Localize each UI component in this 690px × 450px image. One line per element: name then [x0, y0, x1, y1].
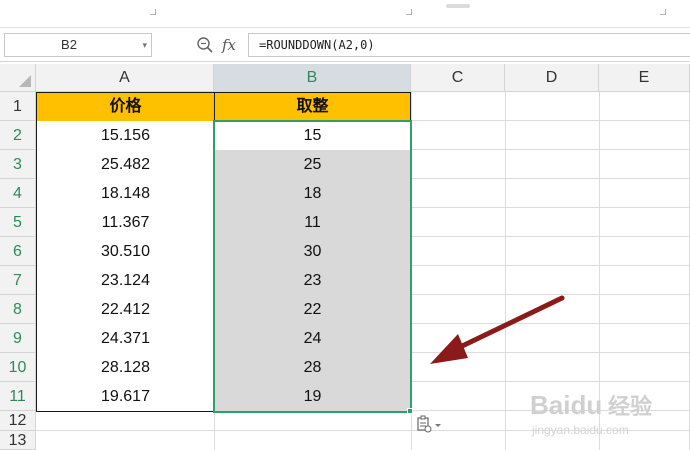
price-cell[interactable]: 22.412	[36, 295, 215, 325]
price-cell[interactable]: 18.148	[36, 179, 215, 209]
formula-input[interactable]: =ROUNDDOWN(A2,0)	[248, 33, 690, 57]
row-header-3[interactable]: 3	[0, 150, 36, 179]
price-cell[interactable]: 15.156	[36, 121, 215, 151]
price-cell[interactable]: 19.617	[36, 382, 215, 412]
toolbar-strip	[0, 0, 690, 28]
gridline	[505, 92, 506, 450]
row-header-1[interactable]: 1	[0, 92, 36, 121]
price-cell[interactable]: 23.124	[36, 266, 215, 296]
price-cell[interactable]: 30.510	[36, 237, 215, 267]
row-header-12[interactable]: 12	[0, 411, 36, 431]
toolbar-separator	[660, 9, 666, 15]
gridline	[36, 430, 414, 431]
row-header-7[interactable]: 7	[0, 266, 36, 295]
watermark-url: jingyan.baidu.com	[531, 423, 629, 437]
gridline	[411, 236, 690, 237]
toolbar-separator	[406, 9, 412, 15]
gridline	[411, 381, 690, 382]
row-header-8[interactable]: 8	[0, 295, 36, 324]
gridline	[411, 120, 690, 121]
name-box[interactable]: B2 ▾	[4, 33, 152, 57]
price-cell[interactable]: 25.482	[36, 150, 215, 180]
header-cell-rounded[interactable]: 取整	[214, 92, 411, 122]
column-header-d[interactable]: D	[505, 64, 599, 92]
toolbar-handle[interactable]	[446, 4, 470, 8]
baidu-jingyan-watermark: Baidu 经验 jingyan.baidu.com	[528, 384, 688, 444]
row-header-13[interactable]: 13	[0, 431, 36, 450]
header-cell-price[interactable]: 价格	[36, 92, 215, 122]
fill-handle[interactable]	[407, 408, 413, 414]
row-header-2[interactable]: 2	[0, 121, 36, 150]
toolbar-separator	[150, 9, 156, 15]
row-header-4[interactable]: 4	[0, 179, 36, 208]
price-cell[interactable]: 11.367	[36, 208, 215, 238]
column-header-e[interactable]: E	[599, 64, 690, 92]
row-header-10[interactable]: 10	[0, 353, 36, 382]
name-box-value: B2	[61, 37, 77, 52]
row-header-9[interactable]: 9	[0, 324, 36, 353]
gridline	[411, 265, 690, 266]
column-header-b[interactable]: B	[214, 64, 411, 92]
chevron-down-icon[interactable]: ▾	[142, 34, 147, 56]
watermark-brand-cn: 经验	[608, 394, 652, 420]
zoom-icon[interactable]	[196, 36, 214, 54]
watermark-brand: Baidu	[530, 390, 602, 420]
selection-border	[213, 120, 412, 413]
select-all-icon	[19, 75, 31, 87]
price-cell[interactable]: 28.128	[36, 353, 215, 383]
row-header-11[interactable]: 11	[0, 382, 36, 411]
paste-options-button[interactable]	[414, 414, 444, 436]
annotation-arrow	[430, 295, 565, 364]
gridline	[411, 149, 690, 150]
price-cell[interactable]: 24.371	[36, 324, 215, 354]
gridline	[411, 178, 690, 179]
row-header-5[interactable]: 5	[0, 208, 36, 237]
gridline	[411, 207, 690, 208]
fx-icon[interactable]: fx	[222, 33, 244, 57]
row-header-6[interactable]: 6	[0, 237, 36, 266]
select-all-corner[interactable]	[0, 64, 36, 92]
column-header-c[interactable]: C	[411, 64, 505, 92]
column-header-a[interactable]: A	[36, 64, 214, 92]
